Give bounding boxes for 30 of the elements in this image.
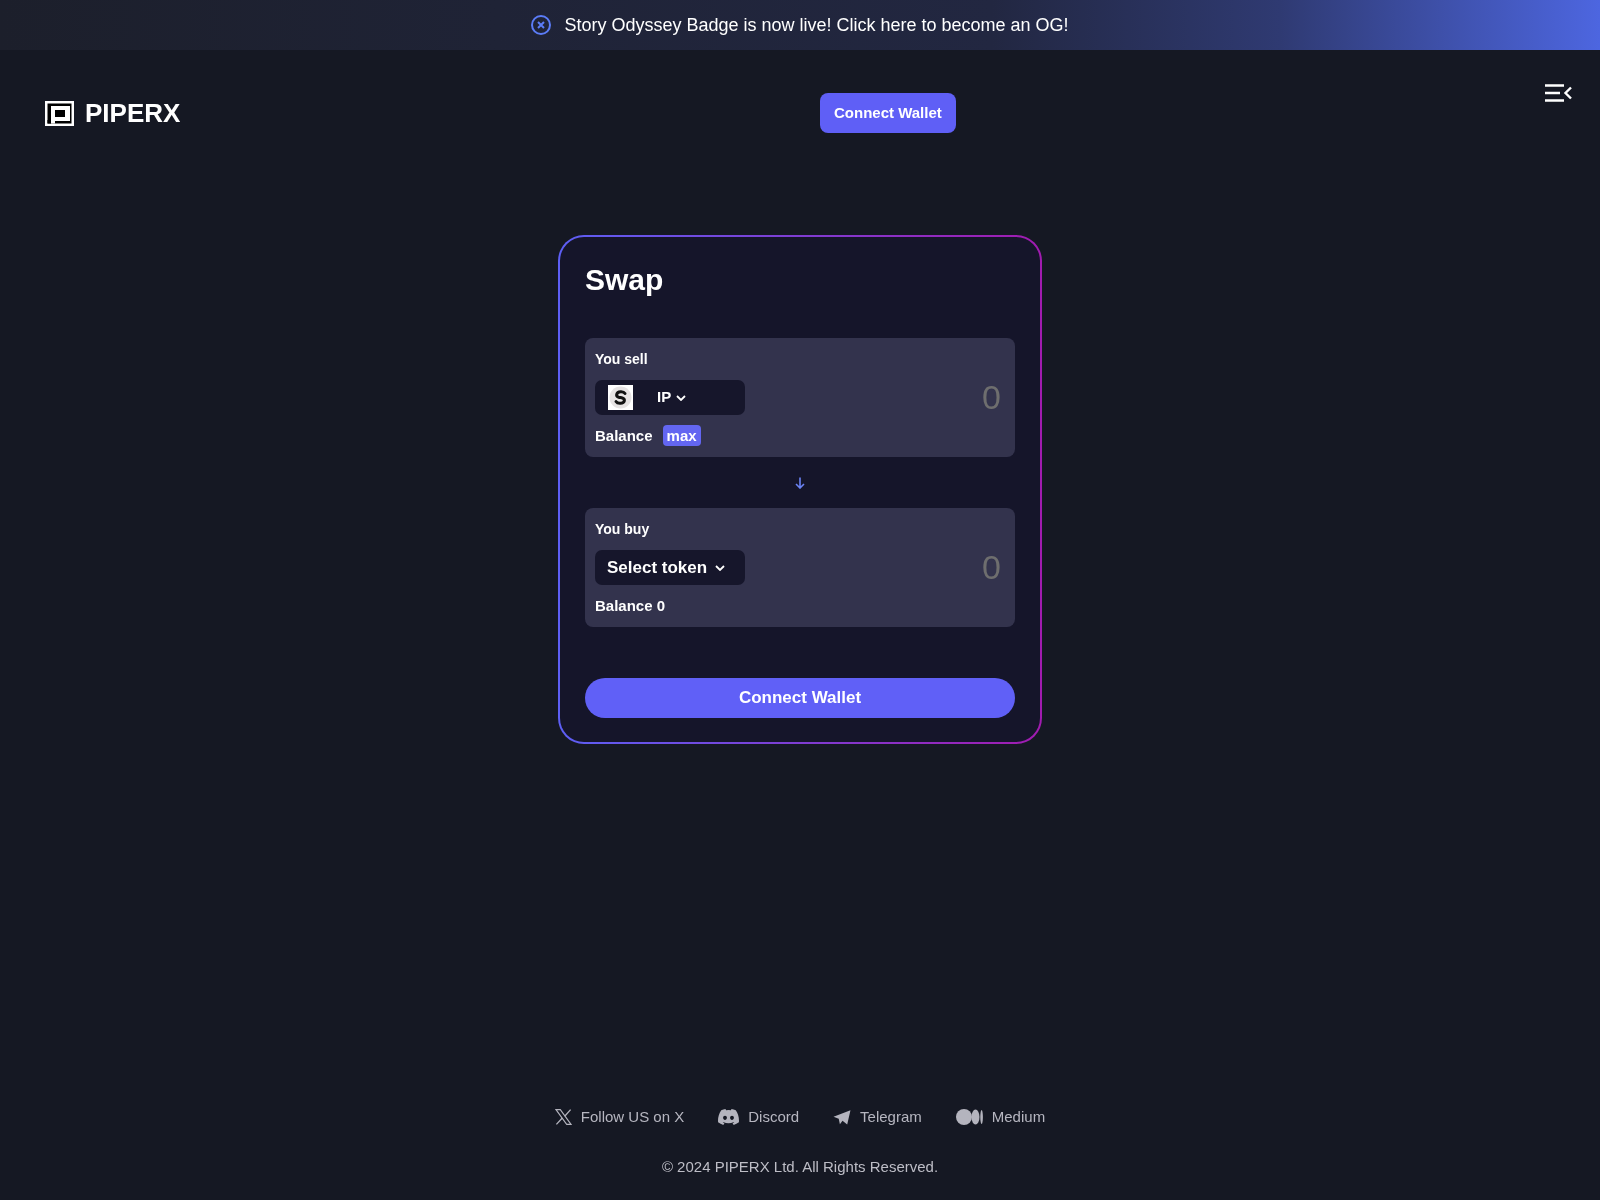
connect-wallet-button[interactable]: Connect Wallet [820, 93, 956, 133]
amount-field[interactable]: 0 [885, 380, 1005, 415]
balance-label: Balance [595, 425, 653, 446]
token-selector[interactable]: Select token [595, 550, 745, 585]
token-logo-icon [608, 385, 633, 410]
logo-text[interactable]: PIPERX [85, 98, 181, 128]
menu-icon[interactable] [1545, 84, 1572, 102]
amount-field[interactable]: 0 [885, 550, 1005, 585]
announcement-link[interactable]: Story Odyssey Badge is now live! Click here to become an OG! [564, 13, 1069, 37]
panel-label: You sell [595, 350, 649, 369]
paper-plane-icon [833, 1109, 852, 1125]
logo-icon[interactable] [45, 100, 74, 126]
panel-label: You buy [595, 520, 651, 539]
close-icon[interactable] [531, 15, 552, 35]
arrow-down-icon[interactable] [794, 476, 806, 489]
balance-label: Balance 0 [595, 595, 666, 616]
connect-wallet-button[interactable]: Connect Wallet [585, 678, 1015, 718]
footer-link[interactable]: Telegram [833, 1107, 922, 1127]
token-selector[interactable]: IP [595, 380, 745, 415]
max-button[interactable]: max [662, 425, 701, 446]
chevron-down-icon [676, 394, 687, 401]
footer-link[interactable]: Medium [955, 1107, 1046, 1127]
swap-title: Swap [585, 262, 665, 298]
game-controller-icon [718, 1109, 740, 1125]
copyright-text: © 2024 PIPERX Ltd. All Rights Reserved. [661, 1157, 939, 1177]
footer-link[interactable]: Discord [718, 1107, 800, 1127]
x-logo-icon [554, 1109, 572, 1125]
footer-link[interactable]: Follow US on X [554, 1107, 685, 1127]
ellipses-icon [955, 1109, 983, 1125]
chevron-down-icon [715, 564, 726, 571]
